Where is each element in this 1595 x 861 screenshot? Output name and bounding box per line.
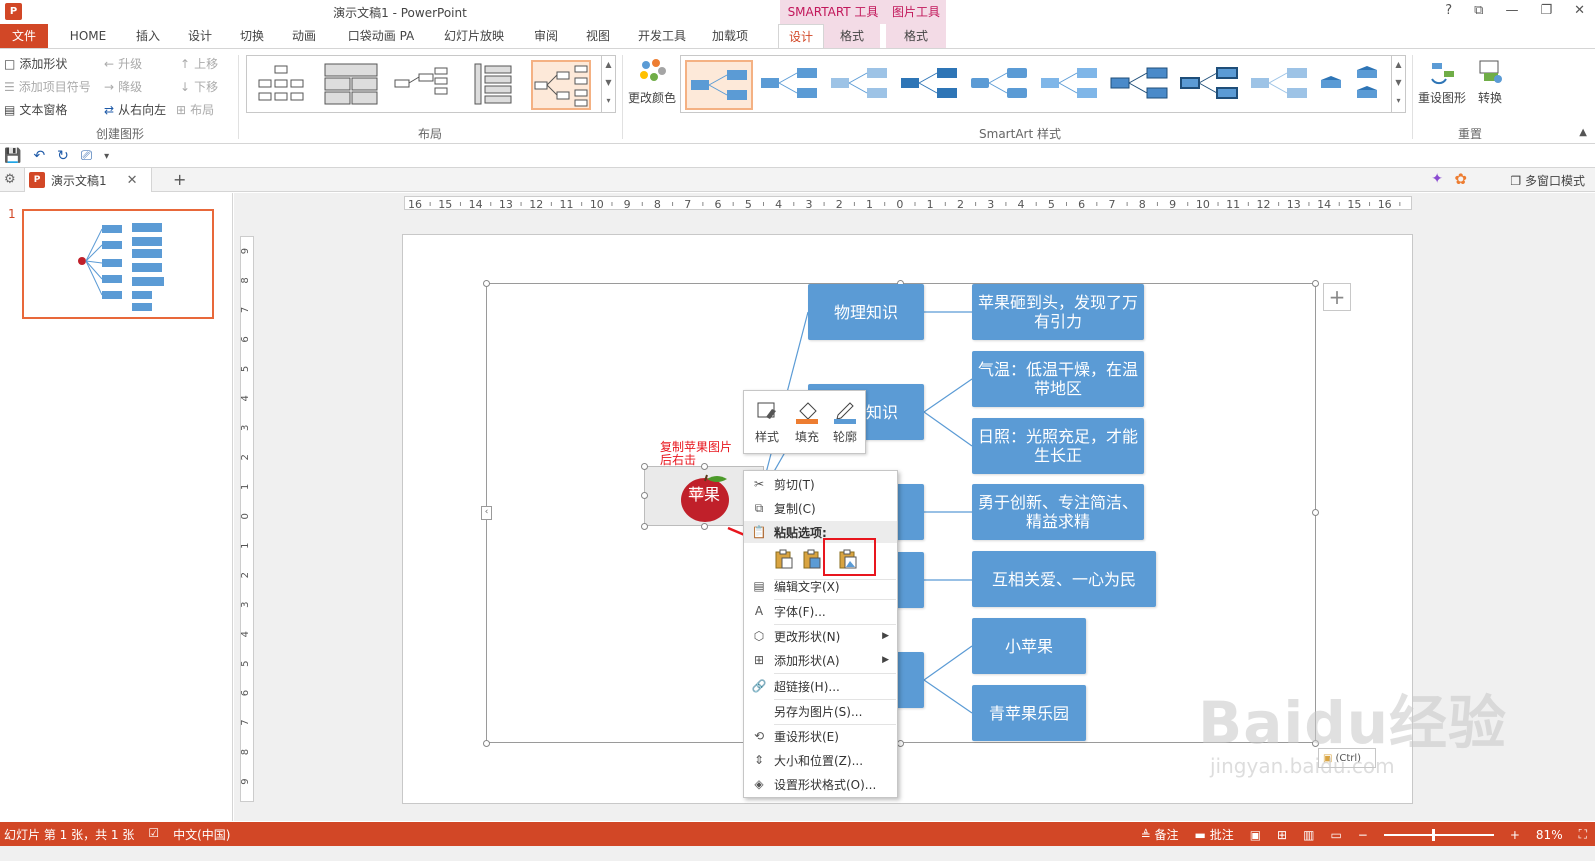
comments-button[interactable]: ▬ 批注 xyxy=(1195,826,1234,843)
mini-toolbar: 样式 填充 轮廓 xyxy=(743,390,866,454)
menu-format-shape[interactable]: ◈ 设置形状格式(O)... xyxy=(744,773,897,795)
zoom-level[interactable]: 81% xyxy=(1536,828,1563,842)
paste-picture-highlight xyxy=(823,538,876,576)
zoom-out-icon[interactable]: − xyxy=(1358,828,1368,842)
notes-button[interactable]: ≜ 备注 xyxy=(1141,826,1179,843)
paste-keep-source-icon[interactable] xyxy=(774,548,794,570)
clipboard-icon: 📋 xyxy=(751,525,767,539)
menu-separator xyxy=(774,673,896,674)
hyperlink-icon: 🔗 xyxy=(751,679,767,693)
submenu-arrow-icon: ▶ xyxy=(882,631,889,641)
context-menu: ✂ 剪切(T) ⧉ 复制(C) 📋 粘贴选项: ▤ 编辑文字(X) A 字体(F)... … xyxy=(743,470,898,798)
format-shape-icon: ◈ xyxy=(754,777,764,791)
zoom-slider-thumb[interactable] xyxy=(1431,828,1435,841)
normal-view-icon[interactable]: ▣ xyxy=(1250,828,1261,842)
menu-copy[interactable]: ⧉ 复制(C) xyxy=(744,497,897,519)
style-button[interactable]: 样式 xyxy=(748,397,786,445)
size-position-icon: ⇕ xyxy=(753,753,765,767)
fit-slide-icon[interactable]: ⛶ xyxy=(1579,827,1587,842)
slide-sorter-icon[interactable]: ⊞ xyxy=(1277,828,1287,842)
watermark-url: jingyan.baidu.com xyxy=(1210,754,1395,778)
menu-size-position[interactable]: ⇕ 大小和位置(Z)... xyxy=(744,749,897,771)
font-icon: A xyxy=(754,604,764,618)
edit-text-icon: ▤ xyxy=(753,579,765,593)
add-shape-icon: ⊞ xyxy=(753,653,765,667)
bottom-strip xyxy=(0,846,1595,861)
menu-change-shape[interactable]: ⬡ 更改形状(N) ▶ xyxy=(744,625,897,647)
notes-icon: ≜ xyxy=(1140,828,1155,842)
menu-edit-text[interactable]: ▤ 编辑文字(X) xyxy=(744,575,897,597)
copy-icon: ⧉ xyxy=(754,500,764,515)
comment-icon: ▬ xyxy=(1194,828,1210,842)
menu-save-as-picture[interactable]: 另存为图片(S)... xyxy=(744,700,897,722)
paint-bucket-icon xyxy=(796,402,818,424)
reading-view-icon[interactable]: ▥ xyxy=(1303,828,1314,842)
baidu-watermark: Baidu经验 jingyan.baidu.com xyxy=(1198,676,1507,778)
watermark-brand: Baidu经验 xyxy=(1198,689,1508,757)
menu-cut[interactable]: ✂ 剪切(T) xyxy=(744,473,897,495)
change-shape-icon: ⬡ xyxy=(753,629,765,643)
fill-button[interactable]: 填充 xyxy=(788,397,826,445)
slide-info: 幻灯片 第 1 张，共 1 张 xyxy=(4,828,135,842)
language-indicator[interactable]: 中文(中国) xyxy=(173,826,230,843)
outline-button[interactable]: 轮廓 xyxy=(826,397,864,445)
scissors-icon: ✂ xyxy=(753,477,765,491)
menu-reset-shape[interactable]: ⟲ 重设形状(E) xyxy=(744,725,897,747)
zoom-in-icon[interactable]: + xyxy=(1510,828,1520,842)
reset-shape-icon: ⟲ xyxy=(753,729,765,743)
menu-font[interactable]: A 字体(F)... xyxy=(744,600,897,622)
slideshow-icon[interactable]: ▭ xyxy=(1330,828,1341,842)
zoom-slider[interactable] xyxy=(1383,828,1494,841)
submenu-arrow-icon: ▶ xyxy=(882,655,889,665)
pen-icon xyxy=(834,402,856,424)
paste-destination-icon[interactable] xyxy=(802,548,822,570)
shape-style-icon xyxy=(757,402,776,419)
menu-hyperlink[interactable]: 🔗 超链接(H)... xyxy=(744,675,897,697)
status-bar: 幻灯片 第 1 张，共 1 张 ☑ 中文(中国) ≜ 备注 ▬ 批注 ▣ ⊞ ▥… xyxy=(0,822,1595,846)
spelling-icon[interactable]: ☑ xyxy=(148,826,159,843)
menu-add-shape[interactable]: ⊞ 添加形状(A) ▶ xyxy=(744,649,897,671)
